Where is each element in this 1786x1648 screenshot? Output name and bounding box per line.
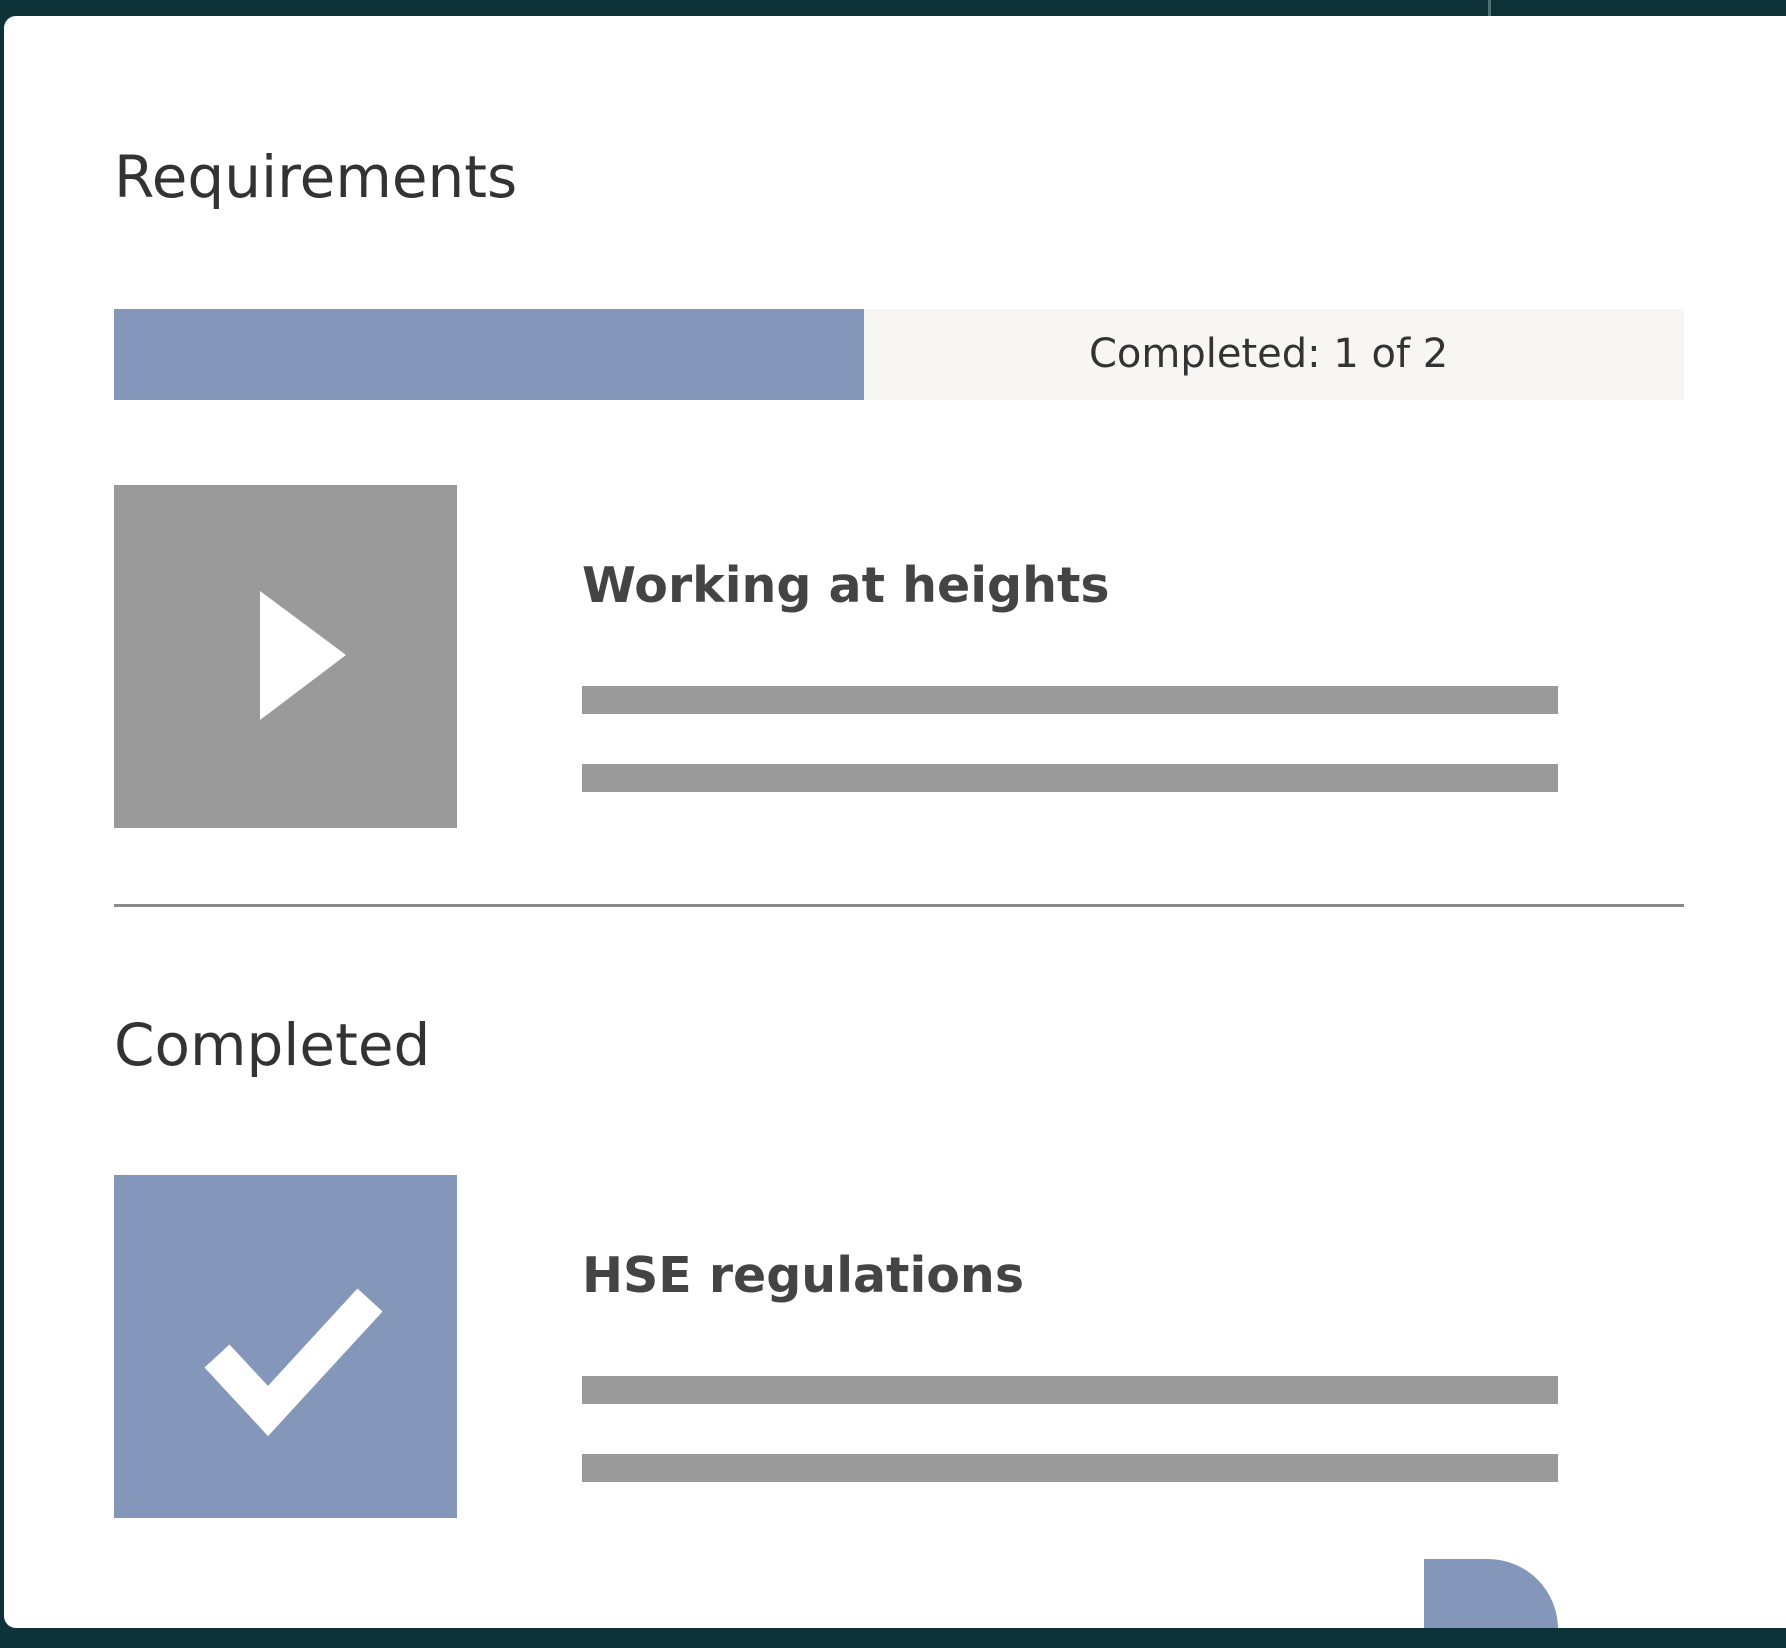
section-divider: [114, 904, 1684, 907]
text-placeholder-line: [582, 1376, 1558, 1404]
completed-item-hse-regulations[interactable]: HSE regulations: [114, 1175, 1564, 1518]
decorative-corner-shape: [1424, 1559, 1558, 1628]
video-thumbnail[interactable]: [114, 485, 457, 828]
progress-bar: Completed: 1 of 2: [114, 309, 1684, 400]
checkmark-icon: [204, 1288, 383, 1437]
requirement-item-working-at-heights[interactable]: Working at heights: [114, 485, 1564, 828]
progress-label: Completed: 1 of 2: [1089, 331, 1449, 377]
requirement-item-title[interactable]: Working at heights: [582, 561, 1110, 610]
text-placeholder-line: [582, 686, 1558, 714]
text-placeholder-line: [582, 764, 1558, 792]
background-line: [1488, 0, 1491, 16]
play-icon[interactable]: [114, 485, 457, 828]
requirements-heading: Requirements: [114, 143, 518, 211]
text-placeholder-line: [582, 1454, 1558, 1482]
completed-thumbnail: [114, 1175, 457, 1518]
progress-bar-fill: [114, 309, 865, 400]
completed-heading: Completed: [114, 1011, 431, 1079]
requirements-card: Requirements Completed: 1 of 2 Working a…: [4, 16, 1786, 1628]
completed-item-title[interactable]: HSE regulations: [582, 1251, 1024, 1300]
